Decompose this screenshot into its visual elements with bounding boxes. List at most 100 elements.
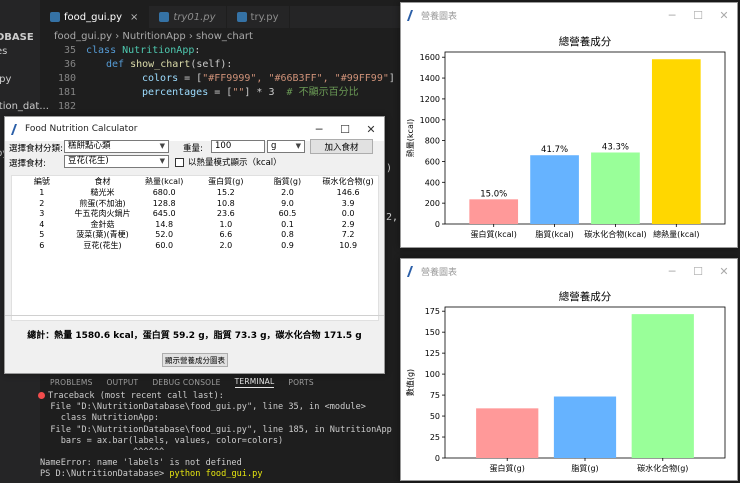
python-file-icon [159,12,170,22]
window-titlebar[interactable]: 營養圖表 ─ ☐ ✕ [401,3,737,27]
chart-title: 總營養成分 [559,290,612,303]
breadcrumb[interactable]: food_gui.py › NutritionApp › show_chart [54,31,253,42]
editor-tabs: food_gui.py × try01.py try.py [40,6,400,28]
calorie-mode-checkbox[interactable]: 以熱量模式顯示（kcal） [175,156,282,168]
show-chart-button[interactable]: 顯示營養成分圖表 [162,353,228,367]
weight-input[interactable]: 100 [211,140,265,153]
minimize-icon[interactable]: ─ [659,3,685,27]
chevron-down-icon: ▼ [295,142,301,150]
close-icon[interactable]: ✕ [358,117,384,141]
category-combobox[interactable]: 糕餅點心類 ▼ [64,140,169,153]
tab-try01[interactable]: try01.py [149,6,227,28]
y-tick-label: 600 [425,157,440,166]
window-titlebar[interactable]: 營養圖表 ─ ☐ ✕ [401,259,737,283]
bar-data-label: 15.0% [480,189,507,199]
table-row[interactable]: 3 牛五花肉火鍋片 645.0 23.6 60.5 0.0 [12,209,378,220]
bar [530,155,579,224]
food-table[interactable]: 編號 食材 熱量(kcal) 蛋白質(g) 脂質(g) 碳水化合物(g) 1 糙光… [11,175,379,321]
panel-tabs: PROBLEMS OUTPUT DEBUG CONSOLE TERMINAL P… [40,373,400,391]
table-row[interactable]: 1 糙光米 680.0 15.2 2.0 146.6 [12,188,378,199]
table-row[interactable]: 2 煎蛋(不加油) 128.8 10.8 9.0 3.9 [12,199,378,210]
bar [631,314,694,458]
add-food-button[interactable]: 加入食材 [310,139,373,154]
total-summary: 總計：熱量 1580.6 kcal，蛋白質 59.2 g，脂質 73.3 g，碳… [27,331,362,341]
minimize-icon[interactable]: ─ [659,259,685,283]
food-calculator-window: Food Nutrition Calculator ─ ☐ ✕ 選擇食材分類: … [4,116,385,374]
tab-ports[interactable]: PORTS [288,378,313,387]
tab-problems[interactable]: PROBLEMS [50,378,93,387]
terminal[interactable]: Traceback (most recent call last): File … [38,391,400,481]
window-titlebar[interactable]: Food Nutrition Calculator ─ ☐ ✕ [5,117,384,141]
close-icon[interactable]: × [130,12,138,23]
y-tick-label: 150 [425,328,440,337]
tk-feather-icon [406,265,418,277]
window-title: 營養圖表 [421,11,458,22]
maximize-icon[interactable]: ☐ [685,3,711,27]
tk-feather-icon [406,9,418,21]
python-file-icon [50,12,60,22]
bar [553,396,617,458]
bar [651,59,701,225]
error-dot-icon [38,392,45,399]
tk-feather-icon [10,123,22,135]
code-line: 35 class NutritionApp: [63,45,201,56]
tab-try[interactable]: try.py [227,6,290,28]
y-tick-label: 1600 [420,53,440,62]
y-tick-label: 75 [430,391,440,400]
y-tick-label: 1400 [420,74,440,83]
checkbox-box[interactable] [175,157,184,167]
separator [5,315,384,316]
sidebar-item[interactable]: es [0,46,7,57]
x-tick-label: 碳水化合物(kcal) [584,229,646,239]
category-label: 選擇食材分類: [9,144,63,154]
sidebar-item[interactable]: .py [0,74,11,85]
y-tick-label: 200 [425,199,440,208]
weight-label: 重量: [183,144,203,154]
sidebar-folder-label[interactable]: DBASE [0,32,34,43]
x-tick-label: 蛋白質(kcal) [470,229,516,239]
y-tick-label: 25 [430,433,440,442]
y-axis-label: 熱量(kcal) [405,119,415,157]
close-icon[interactable]: ✕ [711,259,737,283]
chevron-down-icon: ▼ [159,142,165,150]
tab-output[interactable]: OUTPUT [107,378,139,387]
window-title: Food Nutrition Calculator [25,124,138,134]
y-tick-label: 0 [435,220,440,229]
unit-combobox[interactable]: g ▼ [267,140,305,153]
maximize-icon[interactable]: ☐ [332,117,358,141]
x-tick-label: 蛋白質(g) [490,463,525,473]
table-row[interactable]: 5 菠菜(葉)(青梗) 52.0 6.6 0.8 7.2 [12,230,378,241]
maximize-icon[interactable]: ☐ [685,259,711,283]
chart-title: 總營養成分 [559,35,612,48]
chevron-down-icon: ▼ [159,157,165,165]
code-line: 182 [57,101,76,112]
close-icon[interactable]: ✕ [711,3,737,27]
bar-data-label: 41.7% [541,145,568,155]
x-tick-label: 脂質(kcal) [535,229,573,239]
table-row[interactable]: 6 豆花(花生) 60.0 2.0 0.9 10.9 [12,241,378,252]
table-row[interactable]: 4 金針菇 14.8 1.0 0.1 2.9 [12,220,378,231]
y-tick-label: 175 [425,307,440,316]
y-tick-label: 0 [435,454,440,463]
chart-window-kcal: 營養圖表 ─ ☐ ✕ 總營養成分 0 200 400 600 800 1000 1200 140… [400,2,738,248]
tab-terminal[interactable]: TERMINAL [234,377,275,388]
code-line: 180 colors = ["#FF9999", "#66B3FF", "#99F… [57,73,395,84]
food-combobox[interactable]: 豆花(花生) ▼ [64,155,169,168]
code-line: 36 def show_chart(self): [63,59,233,70]
bar [469,199,519,224]
window-title: 營養圖表 [421,267,458,278]
tab-food-gui[interactable]: food_gui.py × [40,6,150,28]
bar [476,408,539,458]
tab-debug-console[interactable]: DEBUG CONSOLE [152,378,220,387]
x-tick-label: 脂質(g) [571,463,598,473]
y-tick-label: 800 [425,137,440,146]
python-file-icon [236,12,247,22]
bar [591,152,640,224]
grams-bar-chart: 總營養成分 0 25 50 75 100 125 150 175 數值(g) 蛋白質(g) 脂質(g)… [405,290,726,473]
table-header: 編號 食材 熱量(kcal) 蛋白質(g) 脂質(g) 碳水化合物(g) [33,177,374,186]
minimize-icon[interactable]: ─ [306,117,332,141]
bar-data-label: 43.3% [602,142,629,152]
x-tick-label: 總熱量(kcal) [653,229,699,239]
y-tick-label: 50 [430,412,440,421]
x-tick-label: 碳水化合物(g) [637,463,688,473]
